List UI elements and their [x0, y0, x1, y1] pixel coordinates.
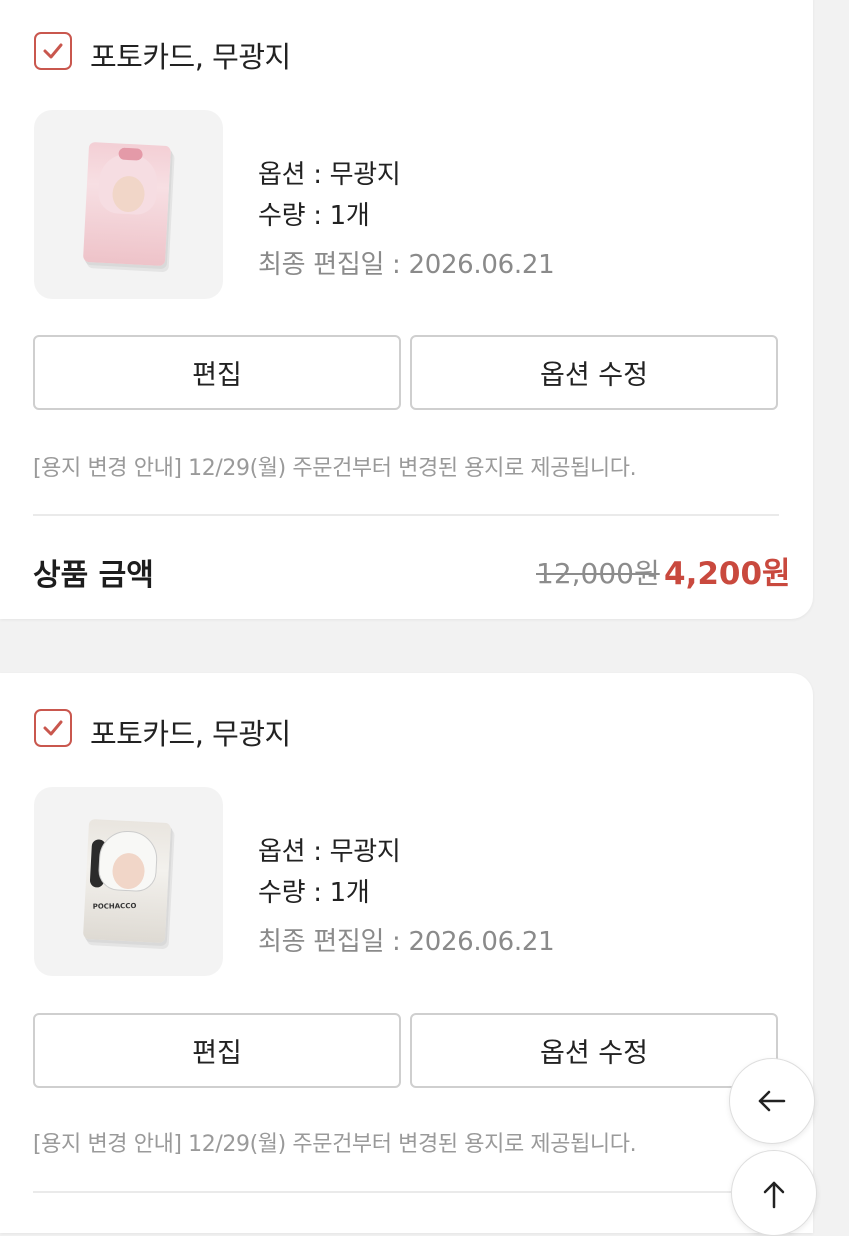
divider: [33, 514, 779, 516]
final-price: 4,200원: [664, 556, 791, 592]
item-checkbox[interactable]: [34, 32, 72, 70]
divider: [33, 1191, 779, 1193]
cart-item-card: 포토카드, 무광지 POCHACCO 옵션 : 무광지 수량 : 1개 최종 편…: [0, 673, 813, 1233]
item-edited-date: 최종 편집일 : 2026.06.21: [258, 927, 555, 957]
arrow-up-icon: [763, 1181, 785, 1209]
check-icon: [43, 720, 63, 736]
edit-button[interactable]: 편집: [33, 1013, 401, 1088]
item-title: 포토카드, 무광지: [90, 40, 291, 74]
photocard-image: POCHACCO: [82, 818, 172, 944]
item-option: 옵션 : 무광지: [258, 837, 401, 867]
price-label: 상품 금액: [33, 558, 154, 593]
scroll-top-button[interactable]: [731, 1150, 817, 1236]
arrow-left-icon: [758, 1090, 786, 1112]
item-quantity: 수량 : 1개: [258, 201, 370, 231]
item-edited-date: 최종 편집일 : 2026.06.21: [258, 250, 555, 280]
item-thumbnail[interactable]: POCHACCO: [34, 787, 223, 976]
photocard-print-text: POCHACCO: [92, 902, 137, 911]
item-thumbnail[interactable]: [34, 110, 223, 299]
item-option: 옵션 : 무광지: [258, 160, 401, 190]
item-title: 포토카드, 무광지: [90, 717, 291, 751]
item-quantity: 수량 : 1개: [258, 878, 370, 908]
item-checkbox[interactable]: [34, 709, 72, 747]
cart-item-card: 포토카드, 무광지 옵션 : 무광지 수량 : 1개 최종 편집일 : 2026…: [0, 0, 813, 619]
paper-change-notice: [용지 변경 안내] 12/29(월) 주문건부터 변경된 용지로 제공됩니다.: [33, 1132, 637, 1157]
edit-button[interactable]: 편집: [33, 335, 401, 410]
paper-change-notice: [용지 변경 안내] 12/29(월) 주문건부터 변경된 용지로 제공됩니다.: [33, 456, 637, 481]
option-edit-button[interactable]: 옵션 수정: [410, 335, 778, 410]
back-button[interactable]: [729, 1058, 815, 1144]
photocard-image: [82, 141, 172, 267]
option-edit-button[interactable]: 옵션 수정: [410, 1013, 778, 1088]
original-price: 12,000원: [536, 557, 660, 590]
check-icon: [43, 43, 63, 59]
